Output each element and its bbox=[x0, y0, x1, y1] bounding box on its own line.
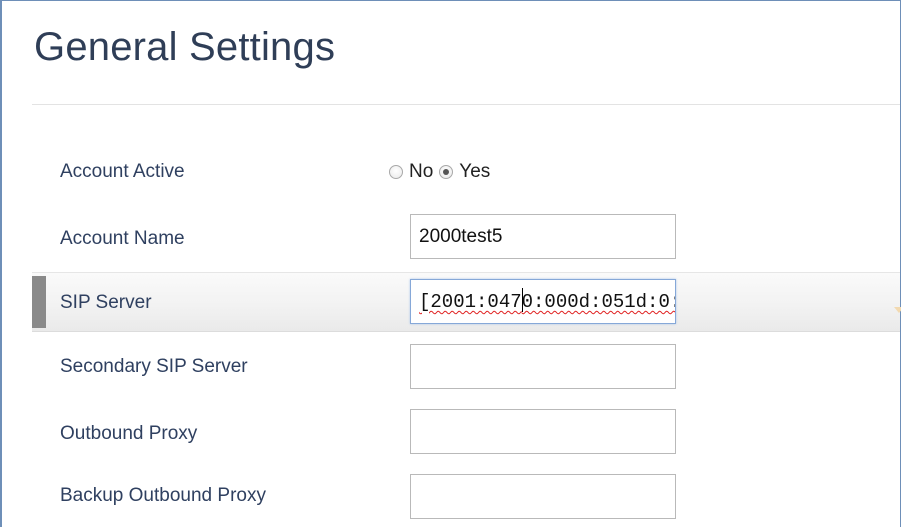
page-title: General Settings bbox=[34, 25, 336, 69]
account-name-label: Account Name bbox=[60, 228, 185, 249]
account-active-yes-radio[interactable] bbox=[439, 165, 454, 179]
account-active-no-label[interactable]: No bbox=[409, 161, 433, 183]
backup-outbound-proxy-input[interactable] bbox=[410, 474, 676, 519]
settings-panel: General Settings Account Active No Yes A… bbox=[0, 0, 901, 527]
account-active-label: Account Active bbox=[60, 161, 185, 182]
sip-server-value-after-caret: 0:000d:051d:0: bbox=[521, 291, 676, 313]
account-active-no-radio[interactable] bbox=[389, 165, 403, 179]
account-name-input[interactable]: 2000test5 bbox=[410, 214, 676, 259]
sip-server-label: SIP Server bbox=[60, 292, 152, 313]
sip-server-value-before-caret: [2001:047 bbox=[419, 291, 522, 313]
secondary-sip-server-input[interactable] bbox=[410, 344, 676, 389]
row-focus-marker bbox=[32, 276, 46, 328]
account-active-yes-label[interactable]: Yes bbox=[459, 161, 490, 183]
secondary-sip-server-label: Secondary SIP Server bbox=[60, 356, 248, 377]
sip-server-input[interactable]: [2001:0470:000d:051d:0: bbox=[410, 279, 676, 324]
title-divider bbox=[32, 104, 900, 105]
outbound-proxy-row: Outbound Proxy bbox=[32, 404, 900, 464]
account-active-radio-group: No Yes bbox=[389, 161, 496, 183]
secondary-sip-server-row: Secondary SIP Server bbox=[32, 339, 900, 399]
backup-outbound-proxy-row: Backup Outbound Proxy bbox=[32, 468, 900, 528]
outbound-proxy-label: Outbound Proxy bbox=[60, 423, 198, 444]
chevron-down-icon bbox=[894, 307, 901, 313]
account-name-row: Account Name 2000test5 bbox=[32, 209, 900, 269]
outbound-proxy-input[interactable] bbox=[410, 409, 676, 454]
backup-outbound-proxy-label: Backup Outbound Proxy bbox=[60, 485, 266, 506]
account-name-value: 2000test5 bbox=[419, 226, 503, 247]
sip-server-row: SIP Server [2001:0470:000d:051d:0: bbox=[32, 272, 900, 332]
